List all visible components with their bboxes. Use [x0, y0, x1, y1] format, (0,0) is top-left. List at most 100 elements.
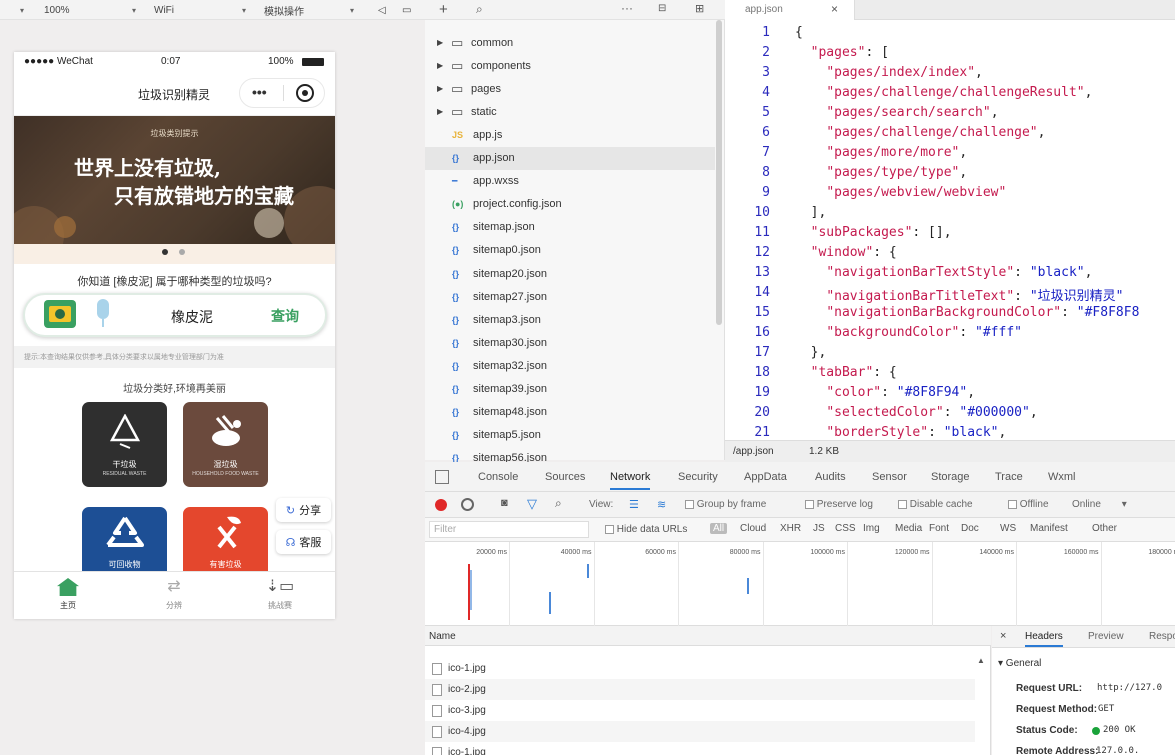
file-tree-item[interactable]: {} sitemap32.json — [425, 354, 715, 377]
filter-other[interactable]: Other — [1092, 523, 1117, 534]
file-tree-item[interactable]: {} sitemap5.json — [425, 424, 715, 447]
tile-recyclable[interactable]: 可回收物 — [82, 507, 167, 571]
table-row[interactable]: ico-1.jpg — [425, 742, 975, 755]
file-tree-item[interactable]: {} sitemap.json — [425, 216, 715, 239]
clear-icon[interactable] — [461, 498, 474, 511]
camera-icon[interactable] — [44, 300, 76, 328]
expand-arrow-icon[interactable]: ▶ — [437, 84, 443, 93]
list-view-icon[interactable]: ☰ — [629, 498, 639, 511]
tab-challenge[interactable]: ⇣▭ 挑战赛 — [250, 578, 310, 611]
file-tree-item[interactable]: {} sitemap20.json — [425, 262, 715, 285]
devtools-tab-security[interactable]: Security — [678, 471, 718, 483]
filter-doc[interactable]: Doc — [961, 523, 979, 534]
filter-font[interactable]: Font — [929, 523, 949, 534]
tile-residual-waste[interactable]: 干垃圾 RESIDUAL WASTE — [82, 402, 167, 487]
expand-arrow-icon[interactable]: ▶ — [437, 61, 443, 70]
general-section-toggle[interactable]: ▾ General — [998, 658, 1041, 669]
devtools-tab-trace[interactable]: Trace — [995, 471, 1023, 483]
file-tree-item[interactable]: {} sitemap3.json — [425, 308, 715, 331]
collapse-icon[interactable]: ⊟ — [658, 3, 666, 14]
filter-ws[interactable]: WS — [1000, 523, 1016, 534]
close-app-icon[interactable] — [296, 84, 314, 102]
table-row[interactable]: ico-2.jpg — [425, 679, 975, 700]
filter-icon[interactable]: ▽ — [527, 496, 537, 512]
filter-img[interactable]: Img — [863, 523, 880, 534]
record-icon[interactable] — [435, 499, 447, 511]
file-tree-item[interactable]: (●) project.config.json — [425, 193, 715, 216]
table-row[interactable]: ico-4.jpg — [425, 721, 975, 742]
mode-select[interactable]: 模拟操作 ▾ — [264, 3, 354, 18]
detail-tab-headers[interactable]: Headers — [1025, 631, 1063, 647]
devtools-tab-audits[interactable]: Audits — [815, 471, 846, 483]
scroll-up-icon[interactable]: ▲ — [977, 656, 985, 665]
devtools-tab-network[interactable]: Network — [610, 471, 651, 490]
carousel-dot[interactable] — [179, 249, 185, 255]
more-icon[interactable]: ··· — [621, 1, 633, 15]
expand-arrow-icon[interactable]: ▶ — [437, 107, 443, 116]
disable-cache-checkbox[interactable]: Disable cache — [898, 499, 973, 510]
table-row[interactable]: ico-1.jpg — [425, 658, 975, 679]
zoom-select[interactable]: 100% ▾ — [44, 3, 136, 17]
filter-css[interactable]: CSS — [835, 523, 856, 534]
carousel-dot-active[interactable] — [162, 249, 168, 255]
device-select[interactable]: ▾ — [4, 3, 24, 17]
tab-home[interactable]: 主页 — [38, 578, 98, 611]
more-icon[interactable]: ••• — [252, 84, 267, 100]
name-column-header[interactable]: Name — [425, 626, 991, 646]
volume-icon[interactable]: ◁ — [378, 3, 388, 17]
add-icon[interactable]: + — [439, 1, 448, 18]
waterfall-view-icon[interactable]: ≋ — [657, 498, 666, 511]
tab-app-json[interactable]: app.json × — [725, 0, 855, 20]
filter-js[interactable]: JS — [813, 523, 825, 534]
search-icon[interactable]: ⌕ — [476, 2, 483, 17]
devtools-tab-console[interactable]: Console — [478, 471, 518, 483]
throttling-select[interactable]: Online ▾ — [1072, 499, 1127, 510]
detail-tab-preview[interactable]: Preview — [1088, 631, 1124, 642]
filter-manifest[interactable]: Manifest — [1030, 523, 1068, 534]
expand-arrow-icon[interactable]: ▶ — [437, 38, 443, 47]
file-tree-item[interactable]: ▶ ▭ common — [425, 31, 715, 54]
microphone-icon[interactable] — [95, 299, 111, 329]
camera-icon[interactable]: ◙ — [501, 497, 508, 509]
split-icon[interactable]: ⊞ — [695, 2, 704, 15]
devtools-tab-wxml[interactable]: Wxml — [1048, 471, 1076, 483]
scrollbar[interactable] — [716, 20, 722, 325]
file-tree-item[interactable]: {} sitemap0.json — [425, 239, 715, 262]
file-tree-item[interactable]: {} sitemap27.json — [425, 285, 715, 308]
window-icon[interactable]: ▭ — [402, 3, 414, 17]
tile-hazardous[interactable]: 有害垃圾 — [183, 507, 268, 571]
search-icon[interactable]: ⌕ — [555, 496, 562, 511]
file-tree-item[interactable]: {} sitemap39.json — [425, 378, 715, 401]
file-tree-item[interactable]: ▶ ▭ components — [425, 54, 715, 77]
filter-all[interactable]: All — [710, 523, 728, 534]
devtools-tab-storage[interactable]: Storage — [931, 471, 970, 483]
share-button[interactable]: ↻ 分享 — [276, 498, 331, 522]
file-tree-item[interactable]: ━ app.wxss — [425, 170, 715, 193]
inspect-icon[interactable] — [435, 470, 449, 484]
filter-cloud[interactable]: Cloud — [740, 523, 766, 534]
hide-data-urls-checkbox[interactable]: Hide data URLs — [605, 524, 687, 535]
devtools-tab-appdata[interactable]: AppData — [744, 471, 787, 483]
network-select[interactable]: WiFi ▾ — [154, 3, 246, 17]
query-button[interactable]: 查询 — [271, 306, 299, 326]
code-editor[interactable]: 1 {2 "pages": [3 "pages/index/index", 4 "p… — [725, 20, 1175, 440]
service-button[interactable]: ☊ 客服 — [276, 530, 331, 554]
devtools-tab-sources[interactable]: Sources — [545, 471, 585, 483]
tile-food-waste[interactable]: 湿垃圾 HOUSEHOLD FOOD WASTE — [183, 402, 268, 487]
preserve-log-checkbox[interactable]: Preserve log — [805, 499, 873, 510]
close-icon[interactable]: × — [831, 2, 838, 16]
tab-classify[interactable]: ⇄ 分辨 — [144, 578, 204, 611]
banner-image[interactable]: 垃圾类别提示 世界上没有垃圾, 只有放错地方的宝藏 — [14, 116, 335, 244]
file-tree-item[interactable]: {} app.json — [425, 146, 715, 170]
file-tree-item[interactable]: ▶ ▭ static — [425, 100, 715, 123]
detail-tab-respo[interactable]: Respo — [1149, 631, 1175, 642]
group-by-frame-checkbox[interactable]: Group by frame — [685, 499, 766, 510]
file-tree-item[interactable]: {} sitemap30.json — [425, 331, 715, 354]
table-row[interactable]: ico-3.jpg — [425, 700, 975, 721]
file-tree-item[interactable]: ▶ ▭ pages — [425, 77, 715, 100]
filter-media[interactable]: Media — [895, 523, 922, 534]
filter-input[interactable]: Filter — [429, 521, 589, 538]
offline-checkbox[interactable]: Offline — [1008, 499, 1049, 510]
devtools-tab-sensor[interactable]: Sensor — [872, 471, 907, 483]
filter-xhr[interactable]: XHR — [780, 523, 801, 534]
